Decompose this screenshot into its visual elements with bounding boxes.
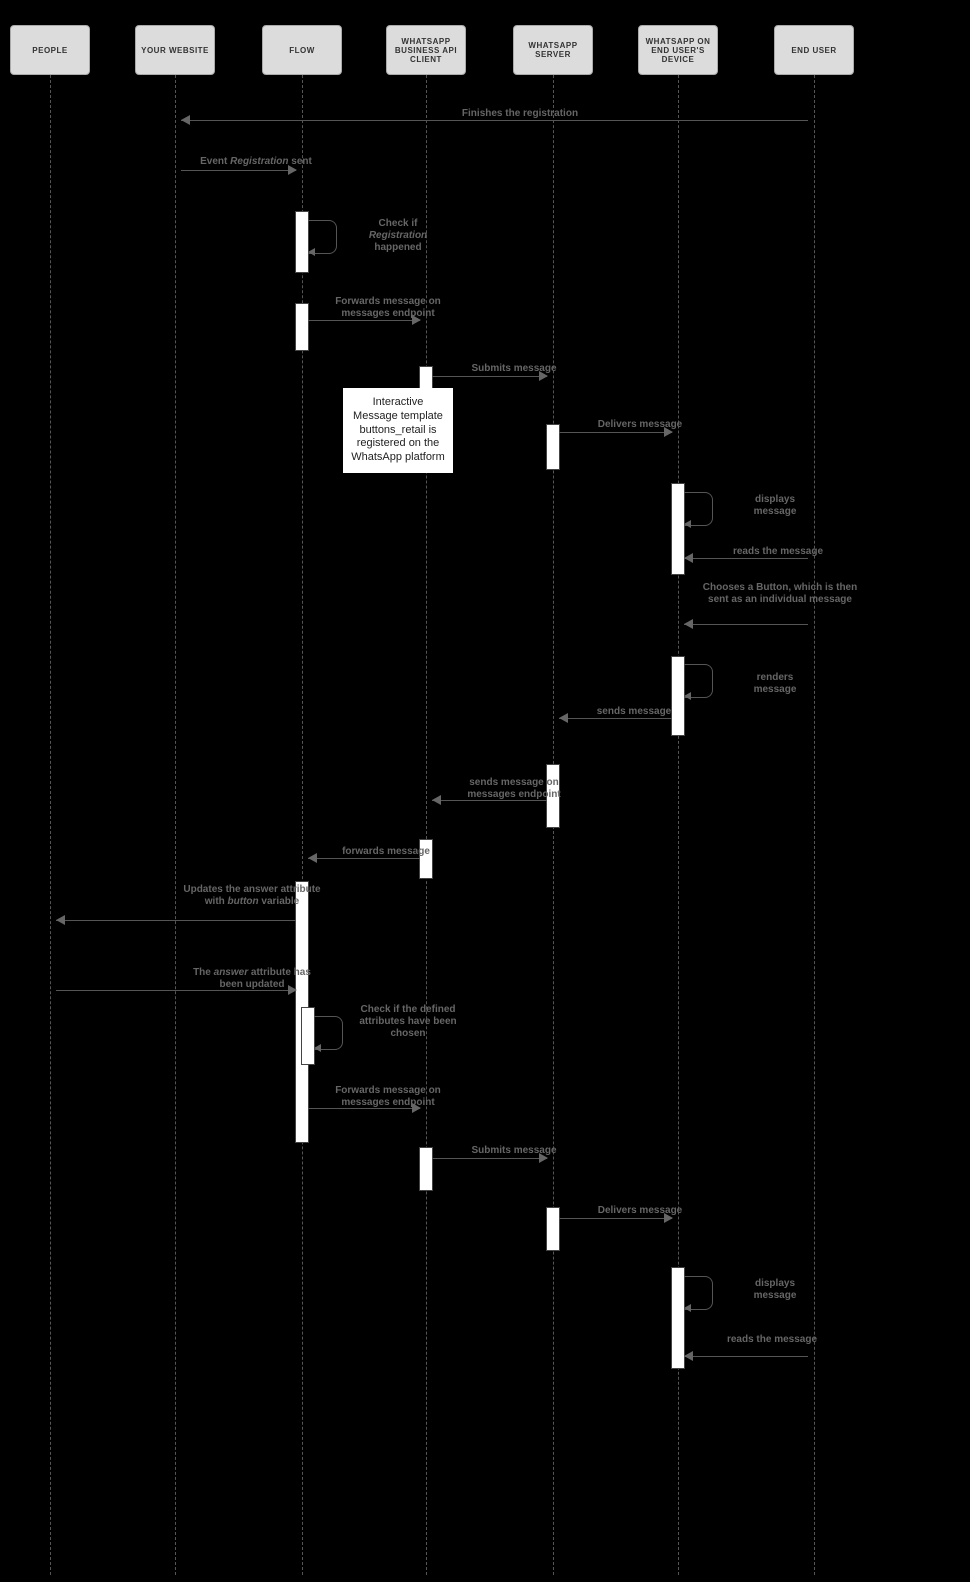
message-label: Event Registration sent — [186, 156, 326, 168]
lifeline-enduser — [814, 75, 815, 1575]
message-label: Forwards message on messages endpoint — [318, 1085, 458, 1109]
activation — [296, 304, 308, 350]
lifeline-people — [50, 75, 51, 1575]
lifeline-flow — [302, 75, 303, 1575]
message-label: Submits message — [454, 363, 574, 375]
message-label: The answer attribute has been updated — [182, 967, 322, 991]
message-label: Delivers message — [580, 419, 700, 431]
arrow-left-icon — [684, 553, 693, 563]
message-label: Updates the answer attribute with button… — [182, 884, 322, 908]
message-label: Chooses a Button, which is then sent as … — [700, 582, 860, 606]
arrow-left-icon — [684, 692, 691, 700]
arrow-left-icon — [56, 915, 65, 925]
message-label: Delivers message — [580, 1205, 700, 1217]
message-arrow — [181, 120, 808, 121]
arrow-left-icon — [684, 619, 693, 629]
arrow-left-icon — [559, 713, 568, 723]
activation — [672, 484, 684, 574]
self-call-label: displays message — [740, 1278, 810, 1302]
arrow-left-icon — [684, 1304, 691, 1312]
activation — [420, 1148, 432, 1190]
participant-website: YOUR WEBSITE — [135, 25, 215, 75]
message-label: Forwards message on messages endpoint — [318, 296, 458, 320]
sequence-diagram: PEOPLE YOUR WEBSITE FLOW WHATSAPP BUSINESS … — [0, 0, 970, 1582]
message-arrow — [684, 624, 808, 625]
lifeline-website — [175, 75, 176, 1575]
participant-people: PEOPLE — [10, 25, 90, 75]
message-arrow — [181, 170, 296, 171]
arrow-left-icon — [684, 520, 691, 528]
message-arrow — [56, 920, 296, 921]
arrow-left-icon — [308, 248, 315, 256]
message-arrow — [308, 320, 420, 321]
message-arrow — [559, 1218, 672, 1219]
activation — [672, 1268, 684, 1368]
arrow-left-icon — [181, 115, 190, 125]
message-arrow — [308, 858, 420, 859]
message-arrow — [559, 432, 672, 433]
participant-enduser: END USER — [774, 25, 854, 75]
message-arrow — [432, 1158, 547, 1159]
activation — [302, 1008, 314, 1064]
participant-api: WHATSAPP BUSINESS API CLIENT — [386, 25, 466, 75]
self-call-label: Check if the defined attributes have bee… — [358, 1004, 458, 1040]
message-label: reads the message — [718, 546, 838, 558]
message-label: forwards message — [326, 846, 446, 858]
message-arrow — [684, 558, 808, 559]
message-label: Finishes the registration — [440, 108, 600, 120]
message-arrow — [432, 376, 547, 377]
arrow-left-icon — [684, 1351, 693, 1361]
self-call-label: Check if Registration happened — [358, 218, 438, 254]
activation — [547, 1208, 559, 1250]
note-template-registered: Interactive Message template buttons_ret… — [343, 388, 453, 473]
message-arrow — [559, 718, 672, 719]
arrow-left-icon — [314, 1044, 321, 1052]
message-arrow — [684, 1356, 808, 1357]
message-label: sends message — [584, 706, 684, 718]
self-call-label: renders message — [740, 672, 810, 696]
message-label: reads the message — [722, 1334, 822, 1346]
participant-server: WHATSAPP SERVER — [513, 25, 593, 75]
self-call-label: displays message — [740, 494, 810, 518]
participant-device: WHATSAPP ON END USER'S DEVICE — [638, 25, 718, 75]
message-label: sends message on messages endpoint — [444, 777, 584, 801]
participant-flow: FLOW — [262, 25, 342, 75]
arrow-left-icon — [308, 853, 317, 863]
activation — [547, 425, 559, 469]
message-label: Submits message — [454, 1145, 574, 1157]
arrow-left-icon — [432, 795, 441, 805]
activation — [296, 212, 308, 272]
activation — [672, 657, 684, 735]
